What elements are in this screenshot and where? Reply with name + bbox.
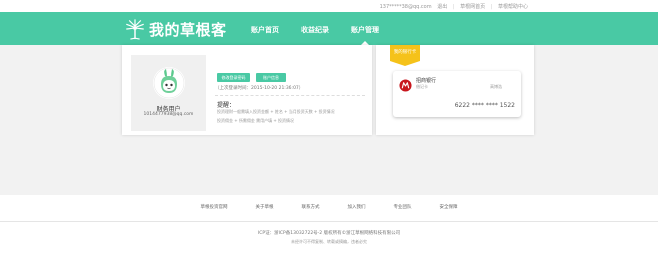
bank-name: 招商银行 [416, 78, 437, 84]
my-bank-card-ribbon: 我的银行卡 [390, 45, 420, 66]
footer-link[interactable]: 关于草根 [256, 204, 274, 210]
card-type: 借记卡 [416, 84, 428, 89]
footer-link[interactable]: 草根投资官网 [201, 204, 228, 210]
card-holder: 高博浩 [490, 84, 502, 89]
tip-text: 投资佣金 + 所需佣金 需用户填 + 投资情况 [217, 118, 295, 123]
bank-card[interactable]: 招商银行 借记卡 高博浩 6222 **** **** 1522 [393, 71, 521, 117]
nav-item-earnings-record[interactable]: 收益纪录 [290, 12, 340, 45]
last-login-time: （上次登录时间：2015-10-20 21:36:07） [215, 86, 304, 91]
footer-link[interactable]: 联系方式 [302, 204, 320, 210]
nav-item-account-management[interactable]: 账户管理 [340, 12, 390, 45]
footer-link[interactable]: 专业团队 [394, 204, 412, 210]
icp-license-text: ICP证：浙ICP备13032722号-2 版权所有©浙江草根网络科技有限公司 [257, 231, 401, 236]
divider: | [452, 4, 455, 10]
tip-text: 投资理财一般需填入投资金额 + 姓名 + 当月投资天数 + 投资情况 [217, 109, 335, 114]
top-links: 137*****38@qq.com 退出 | 草根网首页 | 草根帮助中心 [380, 3, 532, 10]
cmb-bank-logo-icon [399, 77, 412, 92]
help-link[interactable]: 草根帮助中心 [498, 4, 528, 10]
copyright-text: 未经许可不得复制、转载或摘编，违者必究 [291, 239, 367, 244]
bank-card-panel: 我的银行卡 招商银行 借记卡 高博浩 6222 **** **** 1522 [376, 45, 534, 135]
avatar-panel: 财务用户 1014477938@qq.com [131, 55, 206, 131]
divider: | [490, 4, 493, 10]
logo[interactable]: 我的草根客 [124, 17, 227, 41]
card-number: 6222 **** **** 1522 [454, 102, 515, 109]
logout-link[interactable]: 退出 [437, 4, 447, 10]
nav-item-account-home[interactable]: 账户首页 [240, 12, 290, 45]
main-nav: 账户首页 收益纪录 账户管理 [240, 12, 390, 45]
avatar [153, 67, 185, 99]
change-password-button[interactable]: 修改登录密码 [217, 73, 250, 82]
account-info-button[interactable]: 账户信息 [256, 73, 286, 82]
divider [215, 95, 365, 96]
user-account-text: 137*****38@qq.com [379, 4, 432, 10]
home-link[interactable]: 草根网首页 [460, 4, 485, 10]
logo-text: 我的草根客 [149, 20, 227, 39]
user-email: 1014477938@qq.com [143, 112, 194, 117]
header: 我的草根客 账户首页 收益纪录 账户管理 [0, 12, 658, 45]
top-bar: 137*****38@qq.com 退出 | 草根网首页 | 草根帮助中心 [0, 0, 658, 12]
profile-card: 财务用户 1014477938@qq.com 修改登录密码 账户信息 （上次登录… [122, 45, 372, 135]
tip-title: 提醒： [217, 102, 236, 109]
footer-link[interactable]: 加入我们 [348, 204, 366, 210]
footer-link[interactable]: 安全保障 [440, 204, 458, 210]
footer-links: 草根投资官网 关于草根 联系方式 加入我们 专业团队 安全保障 [0, 204, 658, 210]
sprout-avatar-icon [153, 67, 185, 99]
grass-logo-icon [126, 19, 144, 40]
footer-divider [0, 221, 658, 222]
